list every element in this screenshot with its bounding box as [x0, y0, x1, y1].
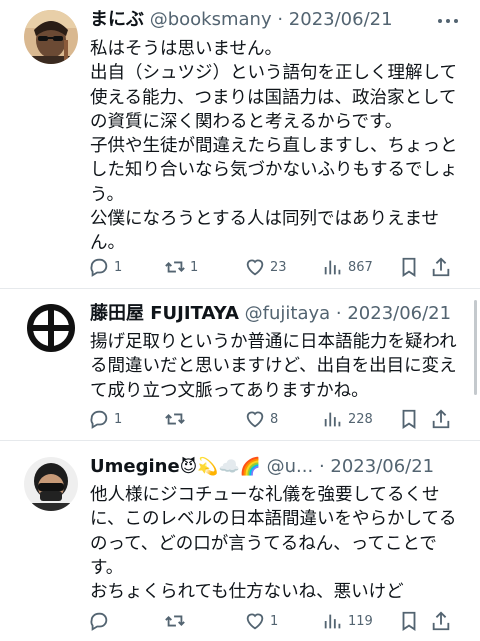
- tweet-text-line: 公僕になろうとする人は同列ではありえません。: [90, 209, 439, 254]
- tweet-text-line: 他人様にジコチューな礼儀を強要してるくせに、このレベルの日本語間違いをやらかして…: [90, 485, 457, 578]
- separator: ·: [313, 456, 331, 477]
- bookmark-icon: [402, 611, 416, 631]
- tweet-actions: 1 119: [88, 609, 458, 633]
- separator: ·: [330, 303, 348, 324]
- views-button[interactable]: 867: [322, 255, 373, 279]
- heart-icon: [246, 613, 264, 630]
- tweet-text-line: 使える能力、つまりは国語力は、政治家としての資質に深く関わると考えるからです。: [90, 87, 457, 132]
- reply-count: 1: [114, 411, 123, 427]
- display-name[interactable]: 藤田屋 FUJITAYA: [90, 303, 239, 324]
- tweet-date[interactable]: 2023/06/21: [289, 9, 393, 30]
- tweet-date[interactable]: 2023/06/21: [330, 456, 434, 477]
- user-handle[interactable]: @fujitaya: [245, 303, 331, 324]
- views-button[interactable]: 228: [322, 407, 373, 431]
- views-icon: [324, 260, 341, 275]
- reply-icon: [90, 612, 108, 631]
- tweet-actions: 1 8 228: [88, 407, 458, 431]
- share-button[interactable]: [430, 255, 452, 279]
- heart-icon: [246, 259, 264, 276]
- avatar[interactable]: [24, 301, 78, 355]
- tweet[interactable]: Umegine😈💫☁️🌈 @u... · 2023/06/21 他人様にジコチュ…: [0, 441, 480, 641]
- like-button[interactable]: 1: [244, 609, 278, 633]
- retweet-button[interactable]: [164, 609, 190, 633]
- tweet-text: 他人様にジコチューな礼儀を強要してるくせに、このレベルの日本語間違いをやらかして…: [90, 483, 465, 604]
- retweet-button[interactable]: [164, 407, 190, 431]
- avatar[interactable]: [24, 10, 78, 64]
- bookmark-button[interactable]: [398, 407, 420, 431]
- views-icon: [324, 614, 341, 629]
- tweet-text-line: おちょくられても仕方ないね、悪いけど: [90, 582, 404, 603]
- name-emojis: 😈💫☁️🌈: [179, 457, 261, 477]
- tweet-header: Umegine😈💫☁️🌈 @u... · 2023/06/21: [90, 454, 434, 480]
- share-icon: [432, 257, 450, 277]
- share-button[interactable]: [430, 407, 452, 431]
- like-button[interactable]: 8: [244, 407, 278, 431]
- tweet-header: まにぶ @booksmany · 2023/06/21: [90, 7, 393, 33]
- tweet[interactable]: 藤田屋 FUJITAYA @fujitaya · 2023/06/21 揚げ足取…: [0, 289, 480, 439]
- scrollbar[interactable]: [474, 300, 477, 395]
- display-name[interactable]: Umegine: [90, 456, 180, 477]
- like-count: 23: [270, 259, 287, 275]
- heart-icon: [246, 411, 264, 428]
- tweet-actions: 1 1 23 867: [88, 255, 458, 279]
- share-icon: [432, 409, 450, 429]
- tweet-text: 揚げ足取りというか普通に日本語能力を疑われる間違いだと思いますけど、出自を出目に…: [90, 330, 465, 403]
- avatar[interactable]: [24, 457, 78, 511]
- user-handle[interactable]: @booksmany: [150, 9, 272, 30]
- tweet-text-line: 出自（シュツジ）という語句を正しく理解して: [90, 63, 457, 84]
- bookmark-button[interactable]: [398, 255, 420, 279]
- reply-button[interactable]: 1: [88, 255, 122, 279]
- tweet-text-line: 私はそうは思いません。: [90, 39, 282, 59]
- reply-icon: [90, 258, 108, 277]
- tweet-header: 藤田屋 FUJITAYA @fujitaya · 2023/06/21: [90, 301, 451, 327]
- tweet-text: 私はそうは思いません。 出自（シュツジ）という語句を正しく理解して 使える能力、…: [90, 37, 465, 256]
- bookmark-button[interactable]: [398, 609, 420, 633]
- tweet-date[interactable]: 2023/06/21: [347, 303, 451, 324]
- display-name[interactable]: まにぶ: [90, 9, 144, 30]
- bookmark-icon: [402, 409, 416, 429]
- retweet-icon: [165, 261, 185, 273]
- views-count: 119: [348, 613, 373, 629]
- like-count: 8: [270, 411, 279, 427]
- views-count: 228: [348, 411, 373, 427]
- views-count: 867: [348, 259, 373, 275]
- retweet-icon: [165, 615, 185, 627]
- separator: ·: [271, 9, 289, 30]
- tweet[interactable]: まにぶ @booksmany · 2023/06/21 私はそうは思いません。 …: [0, 0, 480, 288]
- share-icon: [432, 611, 450, 631]
- views-button[interactable]: 119: [322, 609, 373, 633]
- more-icon[interactable]: [438, 14, 460, 28]
- tweet-text-line: 揚げ足取りというか普通に日本語能力を疑われる間違いだと思いますけど、出自を出目に…: [90, 332, 457, 401]
- tweet-text-line: 子供や生徒が間違えたら直しますし、ちょっとした知り合いなら気づかないふりもするで…: [90, 136, 458, 205]
- share-button[interactable]: [430, 609, 452, 633]
- views-icon: [324, 412, 341, 427]
- like-button[interactable]: 23: [244, 255, 287, 279]
- like-count: 1: [270, 613, 279, 629]
- user-handle[interactable]: @u...: [267, 456, 314, 477]
- bookmark-icon: [402, 257, 416, 277]
- reply-button[interactable]: [88, 609, 114, 633]
- reply-count: 1: [114, 259, 123, 275]
- retweet-count: 1: [190, 259, 199, 275]
- retweet-button[interactable]: 1: [164, 255, 198, 279]
- reply-icon: [90, 410, 108, 429]
- retweet-icon: [165, 413, 185, 425]
- reply-button[interactable]: 1: [88, 407, 122, 431]
